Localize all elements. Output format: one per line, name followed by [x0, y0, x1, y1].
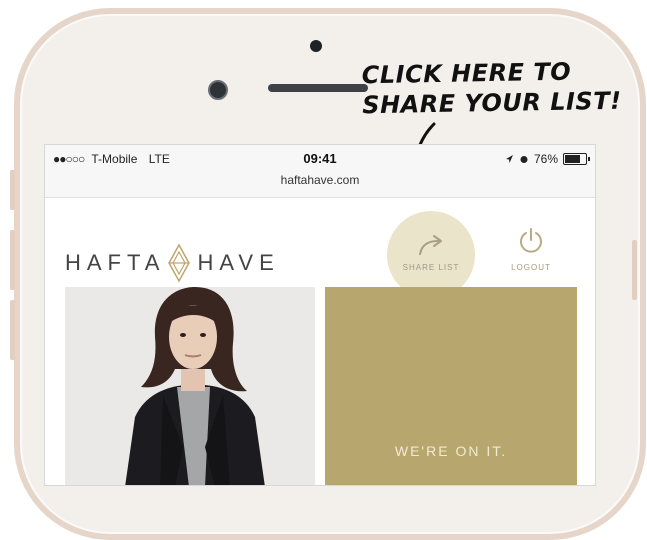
location-arrow-icon	[505, 155, 513, 163]
address-bar-url[interactable]: haftahave.com	[45, 173, 595, 187]
share-arrow-icon	[419, 235, 442, 255]
share-list-button[interactable]: SHARE LIST	[387, 211, 475, 299]
callout-line-2: SHARE YOUR LIST!	[362, 86, 622, 120]
phone-side-button	[10, 230, 15, 290]
hafta-have-logo[interactable]: HAFTA HAVE	[65, 243, 280, 283]
promo-text: WE'RE ON IT.	[394, 443, 508, 459]
logo-text-right: HAVE	[197, 250, 280, 275]
alarm-icon	[520, 156, 528, 163]
model-photo	[65, 287, 315, 485]
battery-percent: 76%	[533, 152, 558, 166]
status-right: 76%	[505, 152, 590, 166]
logout-label: LOGOUT	[511, 263, 551, 272]
logo-text-left: HAFTA	[65, 250, 166, 275]
logout-button[interactable]: LOGOUT	[501, 227, 561, 287]
phone-side-button	[10, 300, 15, 360]
callout-line-1: CLICK HERE TO	[361, 57, 572, 90]
promo-card[interactable]: WE'RE ON IT.	[325, 287, 577, 485]
phone-side-button	[10, 170, 15, 210]
battery-level	[565, 155, 581, 163]
logo-diamond-icon	[168, 243, 191, 283]
battery-tip	[588, 157, 590, 161]
earpiece-speaker	[268, 84, 368, 92]
front-camera-icon	[208, 80, 228, 100]
battery-icon	[563, 153, 590, 165]
share-callout: CLICK HERE TO SHARE YOUR LIST!	[361, 56, 622, 121]
share-list-label: SHARE LIST	[402, 263, 460, 272]
phone-side-button	[632, 240, 637, 300]
status-bar: ●●○○○ T-Mobile LTE 09:41 haftahave.com 7…	[45, 145, 595, 198]
phone-screen: ●●○○○ T-Mobile LTE 09:41 haftahave.com 7…	[44, 144, 596, 486]
power-icon	[520, 228, 542, 253]
product-image[interactable]	[65, 287, 315, 485]
proximity-sensor	[310, 40, 322, 52]
